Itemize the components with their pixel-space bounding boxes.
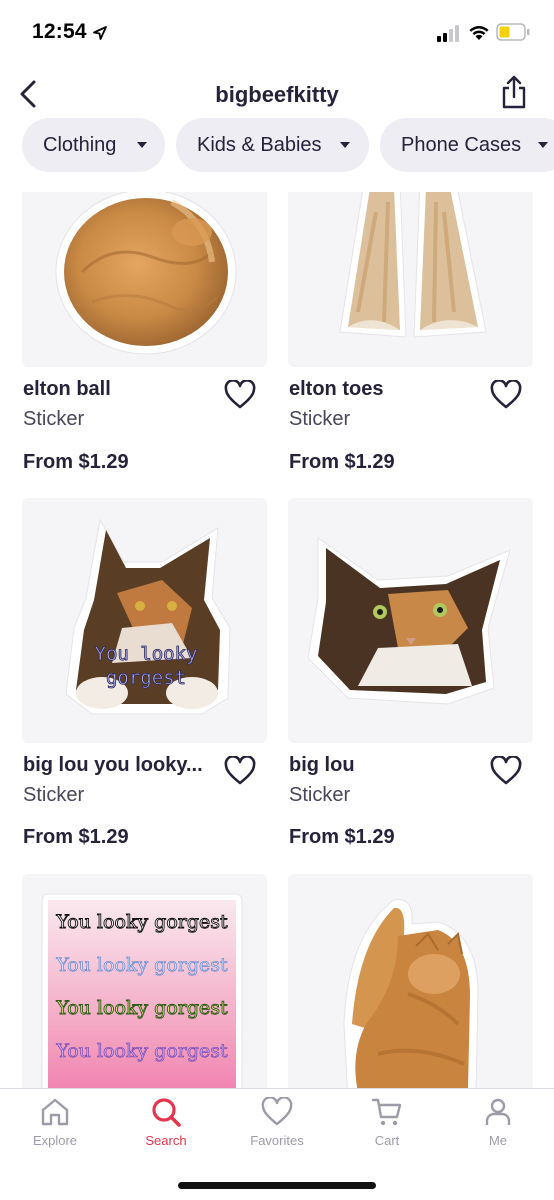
heart-icon	[224, 379, 256, 408]
product-name: elton toes	[289, 378, 384, 400]
search-icon	[152, 1098, 181, 1127]
product-image[interactable]: You looky gorgest You looky gorgest You …	[22, 874, 267, 1088]
location-arrow-icon	[93, 26, 107, 40]
caret-down-icon	[137, 142, 147, 148]
status-bar: 12:54	[0, 0, 554, 64]
share-icon	[502, 75, 526, 109]
product-card[interactable]: elton toes Sticker From $1.29	[288, 192, 533, 473]
product-price: From $1.29	[289, 826, 395, 848]
product-price: From $1.29	[289, 451, 395, 473]
tab-search[interactable]: Search	[121, 1097, 211, 1159]
cart-icon	[371, 1098, 402, 1126]
filter-chip-label: Kids & Babies	[197, 133, 322, 156]
product-image[interactable]: You looky gorgest	[22, 498, 267, 743]
product-image[interactable]	[288, 192, 533, 367]
sticker-caption-line: You looky	[95, 643, 198, 665]
product-card[interactable]: You looky gorgest big lou you looky... S…	[22, 498, 267, 848]
tab-explore[interactable]: Explore	[10, 1097, 100, 1159]
curled-orange-cat-image	[55, 192, 237, 355]
product-image[interactable]	[288, 498, 533, 743]
tab-label: Explore	[32, 1133, 78, 1148]
wifi-icon	[469, 26, 489, 40]
tab-label: Cart	[374, 1133, 400, 1148]
filter-chip-phone-cases[interactable]: Phone Cases	[380, 118, 554, 172]
product-price: From $1.29	[23, 826, 129, 848]
product-grid: elton ball Sticker From $1.29 elton toes	[0, 192, 554, 1088]
filter-chip-label: Clothing	[43, 133, 117, 156]
product-type: Sticker	[289, 784, 351, 806]
product-type: Sticker	[23, 408, 85, 430]
product-card[interactable]	[288, 874, 533, 1088]
signal-icon	[437, 25, 459, 42]
calico-cat-caption-image: You looky gorgest	[65, 518, 231, 715]
filter-chip-clothing[interactable]: Clothing	[22, 118, 165, 172]
home-icon	[41, 1098, 69, 1126]
tab-label: Favorites	[250, 1133, 304, 1148]
heart-icon	[490, 379, 522, 408]
text-gradient-sticker-image: You looky gorgest You looky gorgest You …	[41, 893, 243, 1088]
product-card[interactable]: elton ball Sticker From $1.29	[22, 192, 267, 473]
header: bigbeefkitty	[0, 64, 554, 120]
tab-label: Search	[145, 1133, 187, 1148]
sticker-caption-line: gorgest	[106, 667, 186, 689]
favorite-button[interactable]	[223, 378, 257, 410]
product-name: elton ball	[23, 378, 111, 400]
heart-icon	[224, 755, 256, 784]
product-name: big lou	[289, 754, 355, 776]
product-type: Sticker	[289, 408, 351, 430]
tab-me[interactable]: Me	[453, 1097, 543, 1159]
product-image[interactable]	[288, 874, 533, 1088]
favorite-button[interactable]	[489, 754, 523, 786]
filter-chip-label: Phone Cases	[401, 133, 522, 156]
share-button[interactable]	[496, 72, 532, 112]
sticker-caption-line: You looky gorgest	[55, 911, 228, 933]
tab-favorites[interactable]: Favorites	[232, 1097, 322, 1159]
heart-icon	[261, 1097, 293, 1126]
product-price: From $1.29	[23, 451, 129, 473]
sticker-caption-line: You looky gorgest	[55, 954, 228, 976]
filter-chip-kids-babies[interactable]: Kids & Babies	[176, 118, 369, 172]
person-icon	[485, 1098, 511, 1125]
caret-down-icon	[340, 142, 350, 148]
product-image[interactable]	[22, 192, 267, 367]
heart-icon	[490, 755, 522, 784]
filter-chips: Clothing Kids & Babies Phone Cases	[22, 118, 554, 172]
battery-icon	[496, 23, 530, 41]
favorite-button[interactable]	[489, 378, 523, 410]
product-card[interactable]: You looky gorgest You looky gorgest You …	[22, 874, 267, 1088]
home-indicator	[178, 1182, 376, 1189]
sticker-caption-line: You looky gorgest	[55, 997, 228, 1019]
product-type: Sticker	[23, 784, 85, 806]
product-name: big lou you looky...	[23, 754, 203, 776]
sticker-caption-line: You looky gorgest	[55, 1040, 228, 1062]
calico-cat-face-image	[307, 537, 511, 705]
caret-down-icon	[538, 142, 548, 148]
status-time: 12:54	[32, 20, 87, 43]
curled-orange-cat-2-image	[343, 899, 479, 1088]
page-title: bigbeefkitty	[215, 82, 339, 107]
orange-cat-legs-image	[339, 192, 487, 338]
tab-cart[interactable]: Cart	[342, 1097, 432, 1159]
tab-label: Me	[488, 1133, 508, 1148]
product-card[interactable]: big lou Sticker From $1.29	[288, 498, 533, 848]
favorite-button[interactable]	[223, 754, 257, 786]
